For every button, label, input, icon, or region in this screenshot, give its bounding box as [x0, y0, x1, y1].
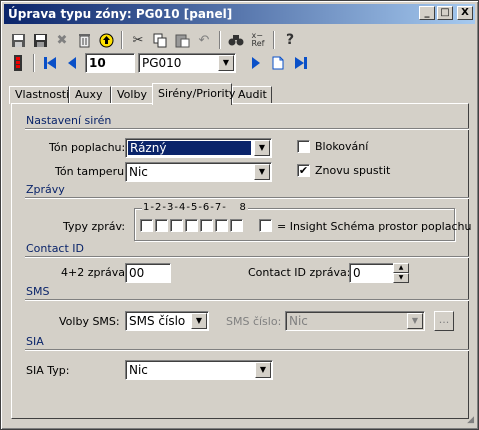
resize-grip-icon[interactable]: ◢: [467, 415, 474, 425]
minimize-button[interactable]: _: [419, 6, 435, 20]
close-button[interactable]: X: [457, 6, 473, 20]
sms-browse-button[interactable]: ...: [434, 311, 454, 331]
alarm-tone-value: Rázný: [128, 141, 251, 155]
message-types-label: Typy zpráv:: [63, 220, 126, 233]
section-divider: [25, 299, 469, 301]
upload-icon[interactable]: [95, 29, 117, 51]
list-icon[interactable]: [7, 52, 29, 74]
message-type-5-checkbox[interactable]: [200, 219, 213, 232]
save-icon[interactable]: [7, 29, 29, 51]
message-type-2-checkbox[interactable]: [155, 219, 168, 232]
next-record-icon[interactable]: [245, 52, 267, 74]
sms-options-select[interactable]: SMS číslo ▼: [125, 311, 209, 331]
message-type-number: 6: [202, 202, 211, 213]
cut-icon[interactable]: ✂: [127, 29, 149, 51]
section-divider: [25, 349, 469, 351]
tab-auxy[interactable]: Auxy: [69, 86, 111, 104]
block-checkbox[interactable]: [297, 140, 310, 153]
message-type-1-checkbox[interactable]: [140, 219, 153, 232]
chevron-down-icon[interactable]: ▼: [191, 313, 207, 329]
sms-options-label: Volby SMS:: [59, 315, 120, 328]
section-divider: [25, 256, 469, 258]
sia-type-select[interactable]: Nic ▼: [125, 360, 273, 380]
chevron-down-icon[interactable]: ▼: [218, 55, 234, 71]
chevron-down-icon[interactable]: ▼: [254, 140, 270, 156]
sms-number-label: SMS číslo:: [226, 315, 282, 328]
section-divider: [25, 197, 469, 199]
paste-icon[interactable]: [171, 29, 193, 51]
alarm-tone-label: Tón poplachu:: [49, 141, 126, 154]
maximize-button[interactable]: □: [437, 6, 453, 20]
chevron-down-icon[interactable]: ▼: [255, 362, 271, 378]
insight-label: = Insight Schéma prostor poplachu: [277, 220, 472, 233]
message-type-number: 7: [214, 202, 223, 213]
tamper-tone-select[interactable]: Nic ▼: [125, 162, 272, 182]
sms-number-select[interactable]: Nic ▼: [285, 311, 425, 331]
message-type-numbers: 1-2-3-4-5-6-7- 8: [142, 202, 248, 213]
message-type-3-checkbox[interactable]: [170, 219, 183, 232]
tab-audit[interactable]: Audit: [232, 86, 272, 104]
message-type-8-checkbox[interactable]: [259, 219, 272, 232]
message-type-number: 5: [190, 202, 199, 213]
section-title-messages: Zprávy: [26, 183, 65, 196]
delete-icon[interactable]: [73, 29, 95, 51]
copy-icon[interactable]: [149, 29, 171, 51]
alarm-tone-select[interactable]: Rázný ▼: [125, 138, 272, 158]
title-bar: Úprava typu zóny: PG010 [panel] _ □ X: [4, 4, 475, 24]
help-icon[interactable]: ?: [279, 29, 301, 51]
block-label: Blokování: [315, 140, 369, 153]
msg42-input[interactable]: 00: [125, 263, 171, 283]
find-icon[interactable]: [225, 29, 247, 51]
tab-sireny-priority[interactable]: Sirény/Priority: [152, 83, 235, 105]
references-icon[interactable]: x− Ref: [247, 29, 269, 51]
section-title-sirens: Nastavení sirén: [26, 114, 112, 127]
section-title-contact-id: Contact ID: [26, 242, 85, 255]
sms-number-value: Nic: [289, 314, 308, 328]
cid-label: Contact ID zpráva:: [248, 266, 351, 279]
tamper-tone-value: Nic: [129, 165, 148, 179]
undo-icon[interactable]: ↶: [193, 29, 215, 51]
sia-type-value: Nic: [129, 363, 148, 377]
record-number-input[interactable]: 10: [85, 53, 135, 73]
section-divider: [25, 128, 469, 130]
cid-spinner[interactable]: ▲ ▼: [393, 263, 409, 283]
new-record-icon[interactable]: [267, 52, 289, 74]
message-type-6-checkbox[interactable]: [215, 219, 228, 232]
cancel-icon[interactable]: ✖: [51, 29, 73, 51]
tab-vlastnosti[interactable]: Vlastnosti: [9, 86, 69, 104]
chevron-down-icon[interactable]: ▼: [407, 313, 423, 329]
message-type-number: 4: [178, 202, 187, 213]
last-record-icon[interactable]: [289, 52, 311, 74]
restart-checkbox[interactable]: ✔: [297, 164, 310, 177]
dialog-window: Úprava typu zóny: PG010 [panel] _ □ X ✖ …: [0, 0, 479, 430]
msg42-label: 4+2 zpráva:: [61, 266, 129, 279]
section-title-sms: SMS: [26, 285, 50, 298]
message-type-number: 8: [239, 202, 247, 213]
save-close-icon[interactable]: [29, 29, 51, 51]
tab-volby[interactable]: Volby: [111, 86, 153, 104]
message-type-7-checkbox[interactable]: [230, 219, 243, 232]
spin-up-icon[interactable]: ▲: [393, 263, 409, 273]
window-title: Úprava typu zóny: PG010 [panel]: [8, 7, 233, 21]
restart-label: Znovu spustit: [315, 164, 391, 177]
first-record-icon[interactable]: [39, 52, 61, 74]
section-title-sia: SIA: [26, 335, 44, 348]
main-toolbar: ✖ ✂ ↶ x− Ref ?: [7, 29, 301, 51]
message-type-number: 3: [166, 202, 175, 213]
zone-select[interactable]: PG010 ▼: [138, 53, 236, 73]
message-type-number: 2: [154, 202, 163, 213]
message-type-number: 1: [143, 202, 151, 213]
message-type-4-checkbox[interactable]: [185, 219, 198, 232]
chevron-down-icon[interactable]: ▼: [254, 164, 270, 180]
sia-type-label: SIA Typ:: [26, 364, 70, 377]
spin-down-icon[interactable]: ▼: [393, 273, 409, 283]
previous-record-icon[interactable]: [61, 52, 83, 74]
tamper-tone-label: Tón tamperu:: [55, 165, 128, 178]
navigation-toolbar: 10 PG010 ▼: [7, 52, 477, 74]
